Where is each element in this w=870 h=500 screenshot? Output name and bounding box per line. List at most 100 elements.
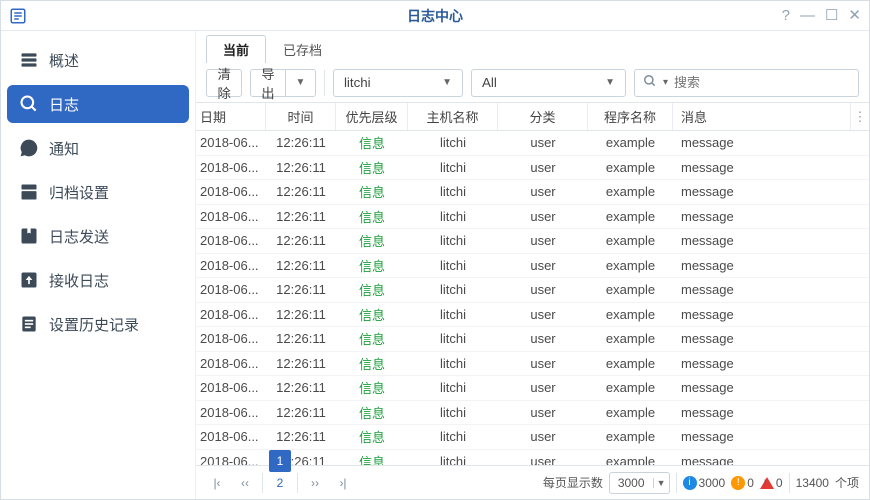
maximize-icon[interactable]: ☐ — [825, 8, 838, 23]
minimize-icon[interactable]: — — [800, 8, 815, 23]
table-cell: message — [673, 331, 869, 346]
sidebar-item-5[interactable]: 接收日志 — [7, 261, 189, 299]
table-cell: message — [673, 429, 869, 444]
table-row[interactable]: 2018-06...12:26:11信息litchiuserexamplemes… — [196, 254, 869, 279]
export-button-group: 导出 ▼ — [250, 69, 316, 97]
table-row[interactable]: 2018-06...12:26:11信息litchiuserexamplemes… — [196, 180, 869, 205]
table-cell: message — [673, 454, 869, 465]
table-cell: 2018-06... — [196, 233, 266, 248]
toolbar-separator — [324, 70, 325, 96]
sidebar-item-2[interactable]: 通知 — [7, 129, 189, 167]
table-row[interactable]: 2018-06...12:26:11信息litchiuserexamplemes… — [196, 401, 869, 426]
pager-separator — [789, 473, 790, 493]
table-cell: 12:26:11 — [266, 258, 336, 273]
sidebar-item-label: 日志发送 — [49, 226, 109, 247]
column-header[interactable]: 主机名称 — [408, 103, 498, 130]
table-cell: 2018-06... — [196, 135, 266, 150]
table-row[interactable]: 2018-06...12:26:11信息litchiuserexamplemes… — [196, 450, 869, 466]
sidebar-icon — [19, 314, 39, 334]
sidebar-item-0[interactable]: 概述 — [7, 41, 189, 79]
sidebar-item-label: 通知 — [49, 138, 79, 159]
table-cell: 信息 — [336, 329, 408, 348]
table-cell: litchi — [408, 307, 498, 322]
prev-page-button[interactable]: ‹‹ — [234, 472, 256, 494]
column-header[interactable]: 程序名称 — [588, 103, 673, 130]
table-cell: 2018-06... — [196, 356, 266, 371]
table-cell: user — [498, 356, 588, 371]
warn-count-stat: ! 0 — [731, 476, 754, 490]
table-cell: user — [498, 307, 588, 322]
sidebar-icon — [19, 182, 39, 202]
table-cell: user — [498, 282, 588, 297]
table-cell: litchi — [408, 184, 498, 199]
page-number-button[interactable]: 2 — [269, 472, 291, 494]
chevron-down-icon: ▼ — [296, 77, 306, 88]
error-icon: ! — [760, 477, 774, 489]
table-row[interactable]: 2018-06...12:26:11信息litchiuserexamplemes… — [196, 205, 869, 230]
table-cell: example — [588, 454, 673, 465]
sidebar-item-6[interactable]: 设置历史记录 — [7, 305, 189, 343]
search-input[interactable] — [674, 75, 850, 90]
search-dropdown-icon[interactable]: ▾ — [663, 77, 668, 88]
sidebar-item-3[interactable]: 归档设置 — [7, 173, 189, 211]
table-cell: message — [673, 233, 869, 248]
host-filter-select[interactable]: litchi ▼ — [333, 69, 463, 97]
table-cell: message — [673, 135, 869, 150]
table-cell: 信息 — [336, 182, 408, 201]
page-size-select[interactable]: 3000 ▼ — [609, 472, 670, 494]
table-cell: 2018-06... — [196, 380, 266, 395]
table-cell: example — [588, 160, 673, 175]
sidebar-item-1[interactable]: 日志 — [7, 85, 189, 123]
table-row[interactable]: 2018-06...12:26:11信息litchiuserexamplemes… — [196, 327, 869, 352]
last-page-button[interactable]: ›| — [332, 472, 354, 494]
table-row[interactable]: 2018-06...12:26:11信息litchiuserexamplemes… — [196, 352, 869, 377]
sidebar-item-label: 日志 — [49, 94, 79, 115]
tab-1[interactable]: 已存档 — [266, 35, 339, 63]
column-header[interactable]: 日期 — [196, 103, 266, 130]
table-row[interactable]: 2018-06...12:26:11信息litchiuserexamplemes… — [196, 278, 869, 303]
clear-button[interactable]: 清除 — [206, 69, 242, 97]
column-header[interactable]: 时间 — [266, 103, 336, 130]
help-icon[interactable]: ? — [782, 8, 790, 23]
page-number-button[interactable]: 1 — [269, 450, 291, 472]
table-row[interactable]: 2018-06...12:26:11信息litchiuserexamplemes… — [196, 376, 869, 401]
table-cell: litchi — [408, 454, 498, 465]
search-box[interactable]: ▾ — [634, 69, 859, 97]
export-dropdown-toggle[interactable]: ▼ — [286, 69, 317, 97]
tab-0[interactable]: 当前 — [206, 35, 266, 63]
table-cell: example — [588, 282, 673, 297]
table-cell: litchi — [408, 135, 498, 150]
app-icon — [9, 7, 27, 25]
table-row[interactable]: 2018-06...12:26:11信息litchiuserexamplemes… — [196, 303, 869, 328]
export-button[interactable]: 导出 — [250, 69, 285, 97]
table-body: 2018-06...12:26:11信息litchiuserexamplemes… — [196, 131, 869, 465]
first-page-button[interactable]: |‹ — [206, 472, 228, 494]
table-cell: 信息 — [336, 452, 408, 465]
column-header[interactable]: 分类 — [498, 103, 588, 130]
page-number-button[interactable]: 3 — [269, 494, 291, 500]
column-header[interactable]: 消息 — [673, 103, 851, 130]
table-cell: 12:26:11 — [266, 405, 336, 420]
table-cell: litchi — [408, 331, 498, 346]
table-cell: 2018-06... — [196, 184, 266, 199]
table-row[interactable]: 2018-06...12:26:11信息litchiuserexamplemes… — [196, 131, 869, 156]
table-cell: litchi — [408, 356, 498, 371]
next-page-button[interactable]: ›› — [304, 472, 326, 494]
table-cell: message — [673, 405, 869, 420]
table-cell: 信息 — [336, 378, 408, 397]
column-header[interactable]: 优先层级 — [336, 103, 408, 130]
total-count-value: 13400 — [796, 476, 829, 490]
table-cell: 信息 — [336, 305, 408, 324]
sidebar-icon — [19, 270, 39, 290]
close-icon[interactable]: ✕ — [848, 8, 861, 23]
priority-filter-select[interactable]: All ▼ — [471, 69, 626, 97]
table-cell: example — [588, 380, 673, 395]
column-options-icon[interactable]: ⋮ — [851, 103, 869, 130]
table-row[interactable]: 2018-06...12:26:11信息litchiuserexamplemes… — [196, 156, 869, 181]
table-cell: example — [588, 356, 673, 371]
table-cell: litchi — [408, 160, 498, 175]
table-row[interactable]: 2018-06...12:26:11信息litchiuserexamplemes… — [196, 425, 869, 450]
table-cell: litchi — [408, 209, 498, 224]
sidebar-item-4[interactable]: 日志发送 — [7, 217, 189, 255]
table-row[interactable]: 2018-06...12:26:11信息litchiuserexamplemes… — [196, 229, 869, 254]
